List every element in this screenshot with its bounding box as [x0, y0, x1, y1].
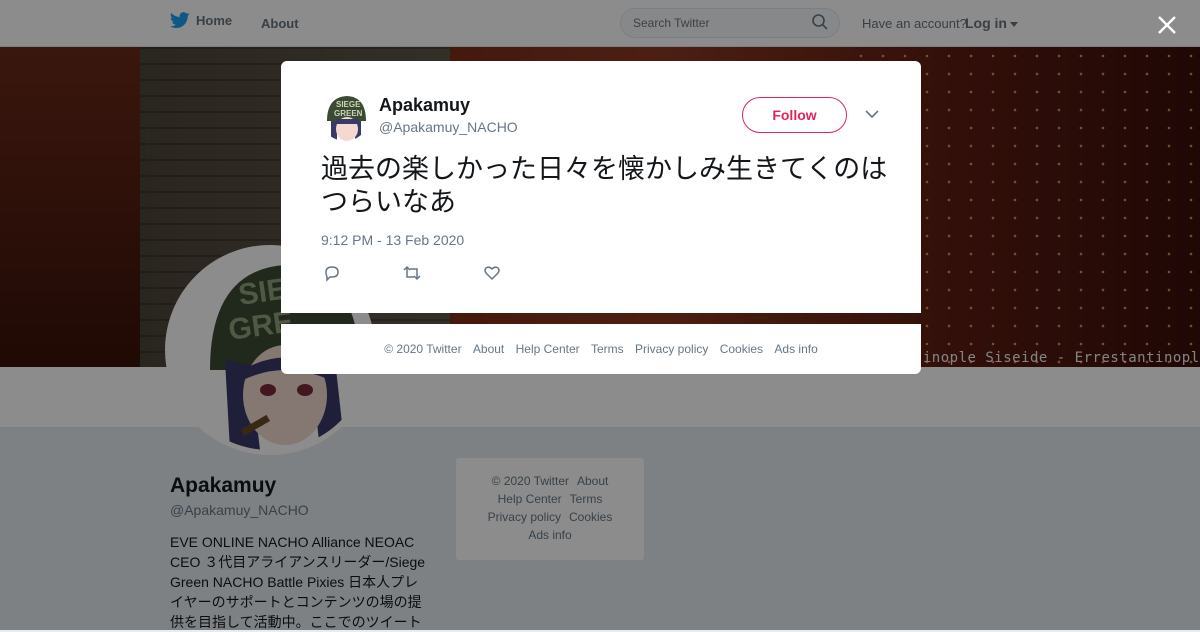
- modal-footer: © 2020 Twitter About Help Center Terms P…: [281, 324, 921, 374]
- tweet-author-avatar[interactable]: SIEGE GREEN: [321, 93, 369, 141]
- retweet-icon[interactable]: [402, 264, 422, 282]
- tweet-author-name[interactable]: Apakamuy: [379, 95, 470, 116]
- footer-copyright: © 2020 Twitter: [384, 342, 462, 356]
- reply-icon[interactable]: [323, 264, 341, 282]
- chevron-down-icon[interactable]: [865, 109, 879, 119]
- footer-help-center-link[interactable]: Help Center: [516, 342, 580, 356]
- tweet-modal: SIEGE GREEN Apakamuy @Apakamuy_NACHO Fol…: [281, 61, 921, 313]
- footer-terms-link[interactable]: Terms: [591, 342, 624, 356]
- follow-button[interactable]: Follow: [742, 97, 847, 133]
- footer-privacy-link[interactable]: Privacy policy: [635, 342, 708, 356]
- tweet-author-handle[interactable]: @Apakamuy_NACHO: [379, 119, 518, 135]
- svg-text:GREEN: GREEN: [334, 109, 363, 118]
- tweet-timestamp[interactable]: 9:12 PM - 13 Feb 2020: [321, 232, 464, 248]
- close-icon[interactable]: [1154, 12, 1180, 38]
- tweet-text: 過去の楽しかった日々を懐かしみ生きてくのはつらいなあ: [321, 154, 888, 218]
- footer-ads-info-link[interactable]: Ads info: [774, 342, 817, 356]
- avatar-illustration-small: SIEGE GREEN: [321, 93, 369, 141]
- footer-about-link[interactable]: About: [473, 342, 504, 356]
- heart-icon[interactable]: [483, 264, 501, 282]
- footer-cookies-link[interactable]: Cookies: [720, 342, 763, 356]
- svg-text:SIEGE: SIEGE: [336, 100, 361, 109]
